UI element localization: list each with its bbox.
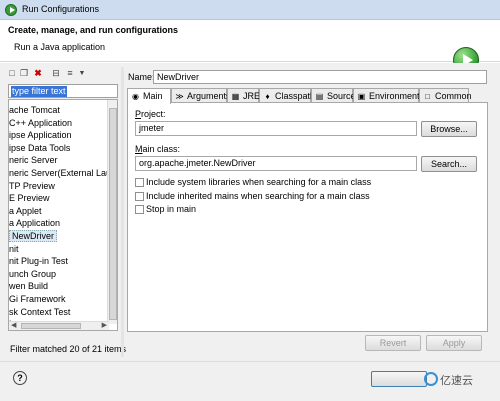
tree-item[interactable]: NewDriver	[9, 230, 58, 242]
window-title: Run Configurations	[22, 4, 100, 14]
tab-environment[interactable]: ▣ Environment	[353, 88, 420, 103]
dialog-footer: ? 亿速云	[0, 361, 500, 401]
vertical-scrollbar[interactable]	[107, 100, 117, 324]
header-subtitle: Run a Java application	[14, 42, 106, 52]
tab-source[interactable]: ▤ Source	[311, 88, 356, 103]
tree-item[interactable]: ipse Application	[9, 129, 72, 141]
chevron-down-icon[interactable]: ▼	[77, 68, 87, 79]
tree-item[interactable]: nit	[9, 243, 19, 255]
common-icon: □	[425, 92, 430, 101]
filter-input[interactable]: type filter text	[8, 84, 118, 98]
tab-classpath[interactable]: ♦ Classpath	[259, 88, 315, 103]
tree-item[interactable]: nit Plug-in Test	[9, 255, 68, 267]
scroll-right-icon[interactable]: ▶	[102, 322, 107, 330]
apply-button[interactable]: Apply	[426, 335, 482, 351]
main-area: □ ❐ ✖ ⊟ ≡ ▼ type filter text ache Tomcat…	[0, 63, 500, 361]
tab-arguments[interactable]: ≫ Arguments	[171, 88, 231, 103]
tree-item[interactable]: unch Group	[9, 268, 56, 280]
tree-item[interactable]: neric Server(External Launc	[9, 167, 117, 179]
title-bar: Run Configurations	[0, 0, 500, 20]
delete-config-icon[interactable]: ✖	[33, 68, 43, 79]
main-icon: ◉	[132, 92, 139, 101]
dialog-header: Create, manage, and run configurations R…	[0, 20, 500, 73]
tree-item[interactable]: Gi Framework	[9, 293, 66, 305]
collapse-all-icon[interactable]: ⊟	[51, 68, 61, 79]
tab-jre[interactable]: ▦ JRE	[227, 88, 260, 103]
tab-common[interactable]: □ Common	[419, 88, 472, 103]
environment-icon: ▣	[357, 92, 366, 101]
tab-main[interactable]: ◉ Main	[127, 88, 171, 104]
tree-item[interactable]: wen Build	[9, 280, 48, 292]
header-title: Create, manage, and run configurations	[8, 25, 179, 35]
tree-item[interactable]: a Application	[9, 217, 60, 229]
tree-item[interactable]: a Applet	[9, 205, 42, 217]
horizontal-scrollbar[interactable]: ◀ ▶	[9, 321, 109, 330]
tree-item[interactable]: E Preview	[9, 192, 50, 204]
filter-text: type filter text	[11, 86, 67, 97]
watermark-logo-icon	[424, 372, 438, 386]
run-button[interactable]	[371, 371, 427, 387]
tree-item[interactable]: neric Server	[9, 154, 58, 166]
checkbox-icon[interactable]	[135, 192, 144, 201]
watermark-text: 亿速云	[440, 375, 473, 387]
name-field[interactable]: NewDriver	[153, 70, 487, 84]
search-button[interactable]: Search...	[421, 156, 477, 172]
tree-item[interactable]: C++ Application	[9, 117, 72, 129]
tree-item[interactable]: sk Context Test	[9, 306, 70, 318]
project-label: Project:	[135, 109, 166, 119]
panel-splitter[interactable]	[121, 67, 124, 357]
main-class-label: Main class:	[135, 144, 181, 154]
tree-item[interactable]: TP Preview	[9, 180, 55, 192]
jre-icon: ▦	[231, 92, 240, 101]
source-icon: ▤	[315, 92, 324, 101]
project-field[interactable]: jmeter	[135, 121, 417, 136]
config-tabs: ◉ Main ≫ Arguments ▦ JRE ♦ Classpath ▤ Source…	[127, 88, 488, 104]
arguments-icon: ≫	[175, 92, 184, 101]
new-config-icon[interactable]: □	[7, 68, 17, 79]
config-tree[interactable]: ache Tomcat C++ Application ipse Applicati…	[8, 99, 118, 331]
tree-item[interactable]: ache Tomcat	[9, 104, 60, 116]
tree-item[interactable]: ipse Data Tools	[9, 142, 70, 154]
run-app-icon	[5, 4, 17, 16]
duplicate-config-icon[interactable]: ❐	[19, 68, 29, 79]
config-toolbar: □ ❐ ✖ ⊟ ≡ ▼	[7, 67, 117, 81]
checkbox-icon[interactable]	[135, 178, 144, 187]
scroll-left-icon[interactable]: ◀	[11, 322, 16, 330]
revert-button[interactable]: Revert	[365, 335, 421, 351]
browse-button[interactable]: Browse...	[421, 121, 477, 137]
help-icon[interactable]: ?	[13, 371, 27, 385]
filter-status: Filter matched 20 of 21 items	[10, 344, 127, 354]
classpath-icon: ♦	[265, 92, 270, 101]
name-label: Name:	[128, 72, 155, 82]
checkbox-icon[interactable]	[135, 205, 144, 214]
filter-icon[interactable]: ≡	[65, 68, 75, 79]
main-class-field[interactable]: org.apache.jmeter.NewDriver	[135, 156, 417, 171]
